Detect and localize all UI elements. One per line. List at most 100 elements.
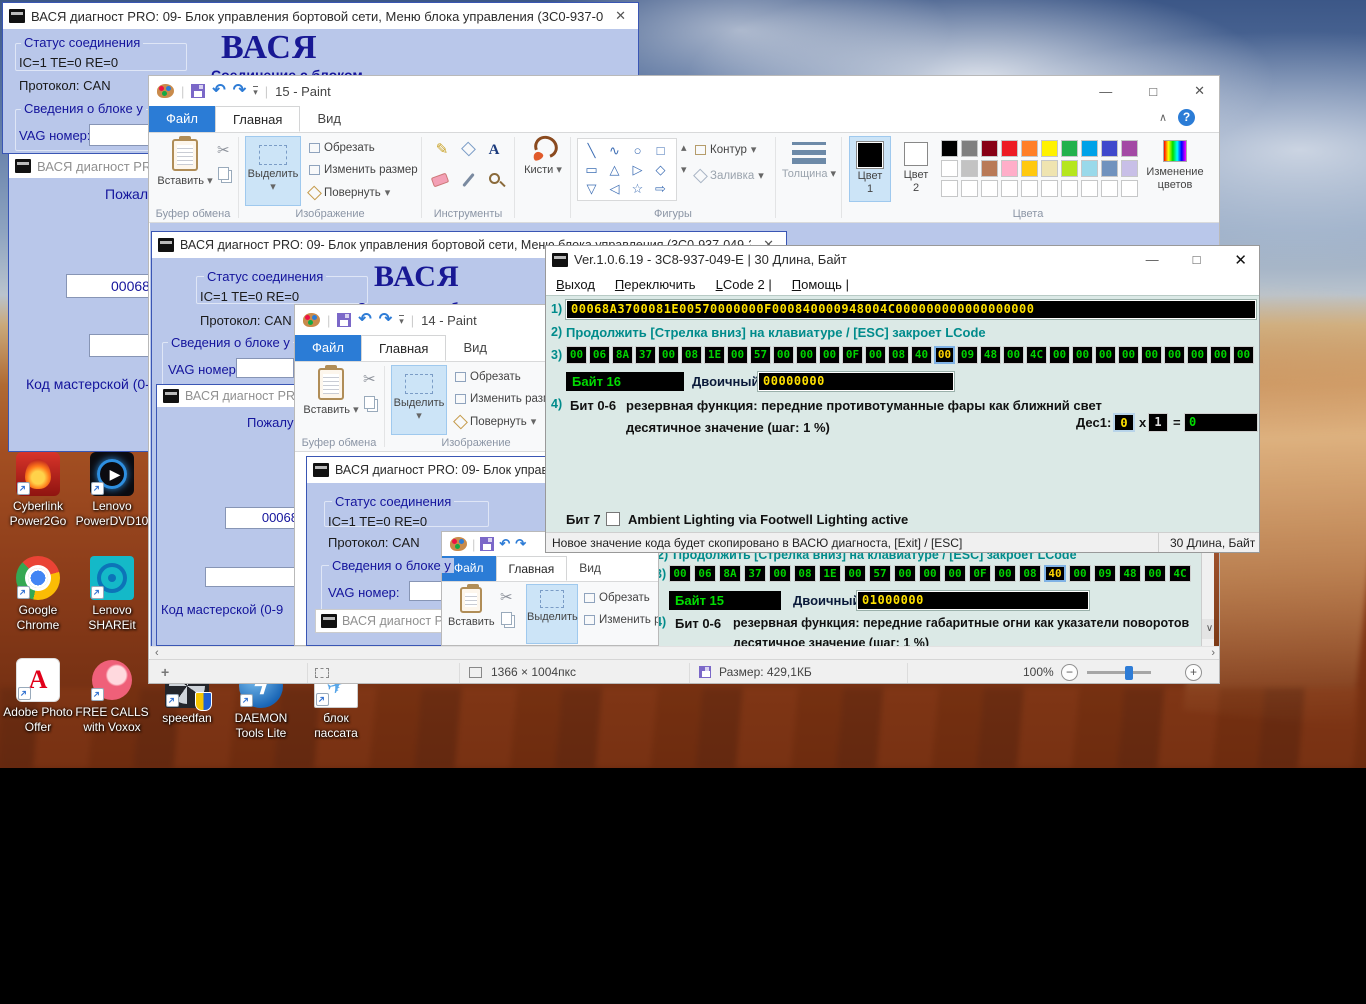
color-swatch[interactable]: [981, 160, 998, 177]
close-button[interactable]: ✕: [609, 8, 632, 24]
color-swatch[interactable]: [1101, 140, 1118, 157]
paint-tab[interactable]: Главная: [215, 106, 300, 132]
empty-swatch[interactable]: [1001, 180, 1018, 197]
byte-cell[interactable]: 00: [1164, 346, 1185, 364]
zoom-in-button[interactable]: +: [1185, 664, 1202, 681]
color-swatch[interactable]: [1021, 160, 1038, 177]
binary-value[interactable]: 00000000: [758, 372, 954, 391]
byte-cell[interactable]: 00: [1187, 346, 1208, 364]
color-swatch[interactable]: [941, 140, 958, 157]
bit7-checkbox[interactable]: [606, 512, 620, 526]
byte-cell[interactable]: 00: [1141, 346, 1162, 364]
byte-cell[interactable]: 4C: [1026, 346, 1047, 364]
byte-cell[interactable]: 00: [1118, 346, 1139, 364]
byte-cell[interactable]: 40: [911, 346, 932, 364]
thickness-button[interactable]: Толщина ▾: [781, 136, 837, 206]
empty-swatch[interactable]: [1061, 180, 1078, 197]
magnifier-icon[interactable]: [484, 169, 504, 191]
byte-cell[interactable]: 1E: [704, 346, 725, 364]
desktop-icon[interactable]: Lenovo SHAREit: [66, 556, 158, 633]
maximize-button[interactable]: □: [1187, 252, 1207, 267]
zoom-out-button[interactable]: −: [1061, 664, 1078, 681]
text-tool-icon[interactable]: A: [484, 139, 504, 161]
color-swatch[interactable]: [981, 140, 998, 157]
color-swatch[interactable]: [1041, 140, 1058, 157]
color-swatch[interactable]: [1021, 140, 1038, 157]
fill-bucket-icon[interactable]: [458, 139, 478, 161]
close-button[interactable]: ✕: [1228, 251, 1253, 269]
byte-cell[interactable]: 00: [1233, 346, 1254, 364]
color-swatch[interactable]: [1001, 140, 1018, 157]
byte-cell[interactable]: 00: [796, 346, 817, 364]
empty-swatch[interactable]: [1041, 180, 1058, 197]
menu-item[interactable]: LCode 2 |: [716, 277, 772, 292]
empty-swatch[interactable]: [1121, 180, 1138, 197]
collapse-ribbon-icon[interactable]: ∧: [1159, 111, 1167, 124]
byte-cell[interactable]: 0F: [842, 346, 863, 364]
save-icon[interactable]: [191, 84, 205, 98]
eraser-icon[interactable]: [430, 169, 450, 191]
shape-icon[interactable]: ▭: [580, 160, 603, 179]
empty-swatch[interactable]: [1101, 180, 1118, 197]
byte-cell[interactable]: 00: [1210, 346, 1231, 364]
horizontal-scrollbar[interactable]: ‹ ›: [150, 646, 1220, 659]
empty-swatch[interactable]: [941, 180, 958, 197]
byte-cell[interactable]: 00: [865, 346, 886, 364]
resize-button[interactable]: Изменить размер: [309, 164, 418, 176]
byte-cell[interactable]: 00: [1095, 346, 1116, 364]
byte-cell[interactable]: 37: [635, 346, 656, 364]
shape-icon[interactable]: ∿: [603, 141, 626, 160]
menu-item[interactable]: Выход: [556, 277, 595, 292]
copy-icon[interactable]: [218, 167, 229, 180]
minimize-button[interactable]: —: [1140, 252, 1165, 267]
shape-icon[interactable]: ○: [626, 141, 649, 160]
color-swatch[interactable]: [961, 160, 978, 177]
color-swatch[interactable]: [1081, 160, 1098, 177]
minimize-button[interactable]: —: [1093, 84, 1118, 99]
empty-swatch[interactable]: [1081, 180, 1098, 197]
shape-icon[interactable]: ◁: [603, 179, 626, 198]
long-code-value[interactable]: 00068A3700081E00570000000F00084000094800…: [566, 300, 1256, 319]
shape-icon[interactable]: ☆: [626, 179, 649, 198]
empty-swatch[interactable]: [1021, 180, 1038, 197]
byte-cell[interactable]: 00: [934, 346, 955, 364]
color-swatch[interactable]: [1061, 140, 1078, 157]
help-icon[interactable]: ?: [1178, 109, 1195, 126]
shape-fill-button[interactable]: Заливка▾: [695, 169, 764, 182]
paint-tab[interactable]: Файл: [149, 106, 215, 132]
customize-qat-icon[interactable]: ▾: [253, 86, 258, 96]
zoom-slider-thumb[interactable]: [1125, 666, 1133, 680]
color-swatch[interactable]: [941, 160, 958, 177]
color1-button[interactable]: Цвет 1: [849, 136, 891, 202]
edit-colors-button[interactable]: Изменение цветов: [1145, 136, 1205, 202]
redo-icon[interactable]: ↷: [233, 84, 246, 98]
byte-cell[interactable]: 48: [980, 346, 1001, 364]
byte-cell[interactable]: 09: [957, 346, 978, 364]
menu-item[interactable]: Помощь |: [792, 277, 849, 292]
brushes-button[interactable]: Кисти ▾: [519, 136, 567, 206]
byte-cell[interactable]: 00: [819, 346, 840, 364]
shape-icon[interactable]: ▷: [626, 160, 649, 179]
menu-item[interactable]: Переключить: [615, 277, 696, 292]
shapes-scroll-down-icon[interactable]: ▾: [681, 163, 687, 176]
byte-cell[interactable]: 06: [589, 346, 610, 364]
shape-icon[interactable]: ▽: [580, 179, 603, 198]
shape-icon[interactable]: ◇: [649, 160, 672, 179]
undo-icon[interactable]: ↶: [212, 84, 225, 98]
byte-cell[interactable]: 8A: [612, 346, 633, 364]
color-swatch[interactable]: [961, 140, 978, 157]
select-button[interactable]: Выделить ▾: [245, 136, 301, 206]
color-swatch[interactable]: [1121, 160, 1138, 177]
shape-icon[interactable]: ⇨: [649, 179, 672, 198]
pencil-icon[interactable]: ✎: [432, 139, 452, 161]
vasya-titlebar[interactable]: ВАСЯ диагност PRO: 09- Блок управления б…: [3, 3, 638, 29]
crop-button[interactable]: Обрезать: [309, 142, 375, 154]
maximize-button[interactable]: □: [1143, 84, 1163, 99]
color-swatch[interactable]: [1121, 140, 1138, 157]
byte-cell[interactable]: 57: [750, 346, 771, 364]
color2-button[interactable]: Цвет 2: [895, 136, 937, 202]
rotate-button[interactable]: Повернуть▾: [309, 186, 390, 199]
shape-icon[interactable]: □: [649, 141, 672, 160]
byte-cell[interactable]: 00: [1049, 346, 1070, 364]
byte-cell[interactable]: 00: [566, 346, 587, 364]
